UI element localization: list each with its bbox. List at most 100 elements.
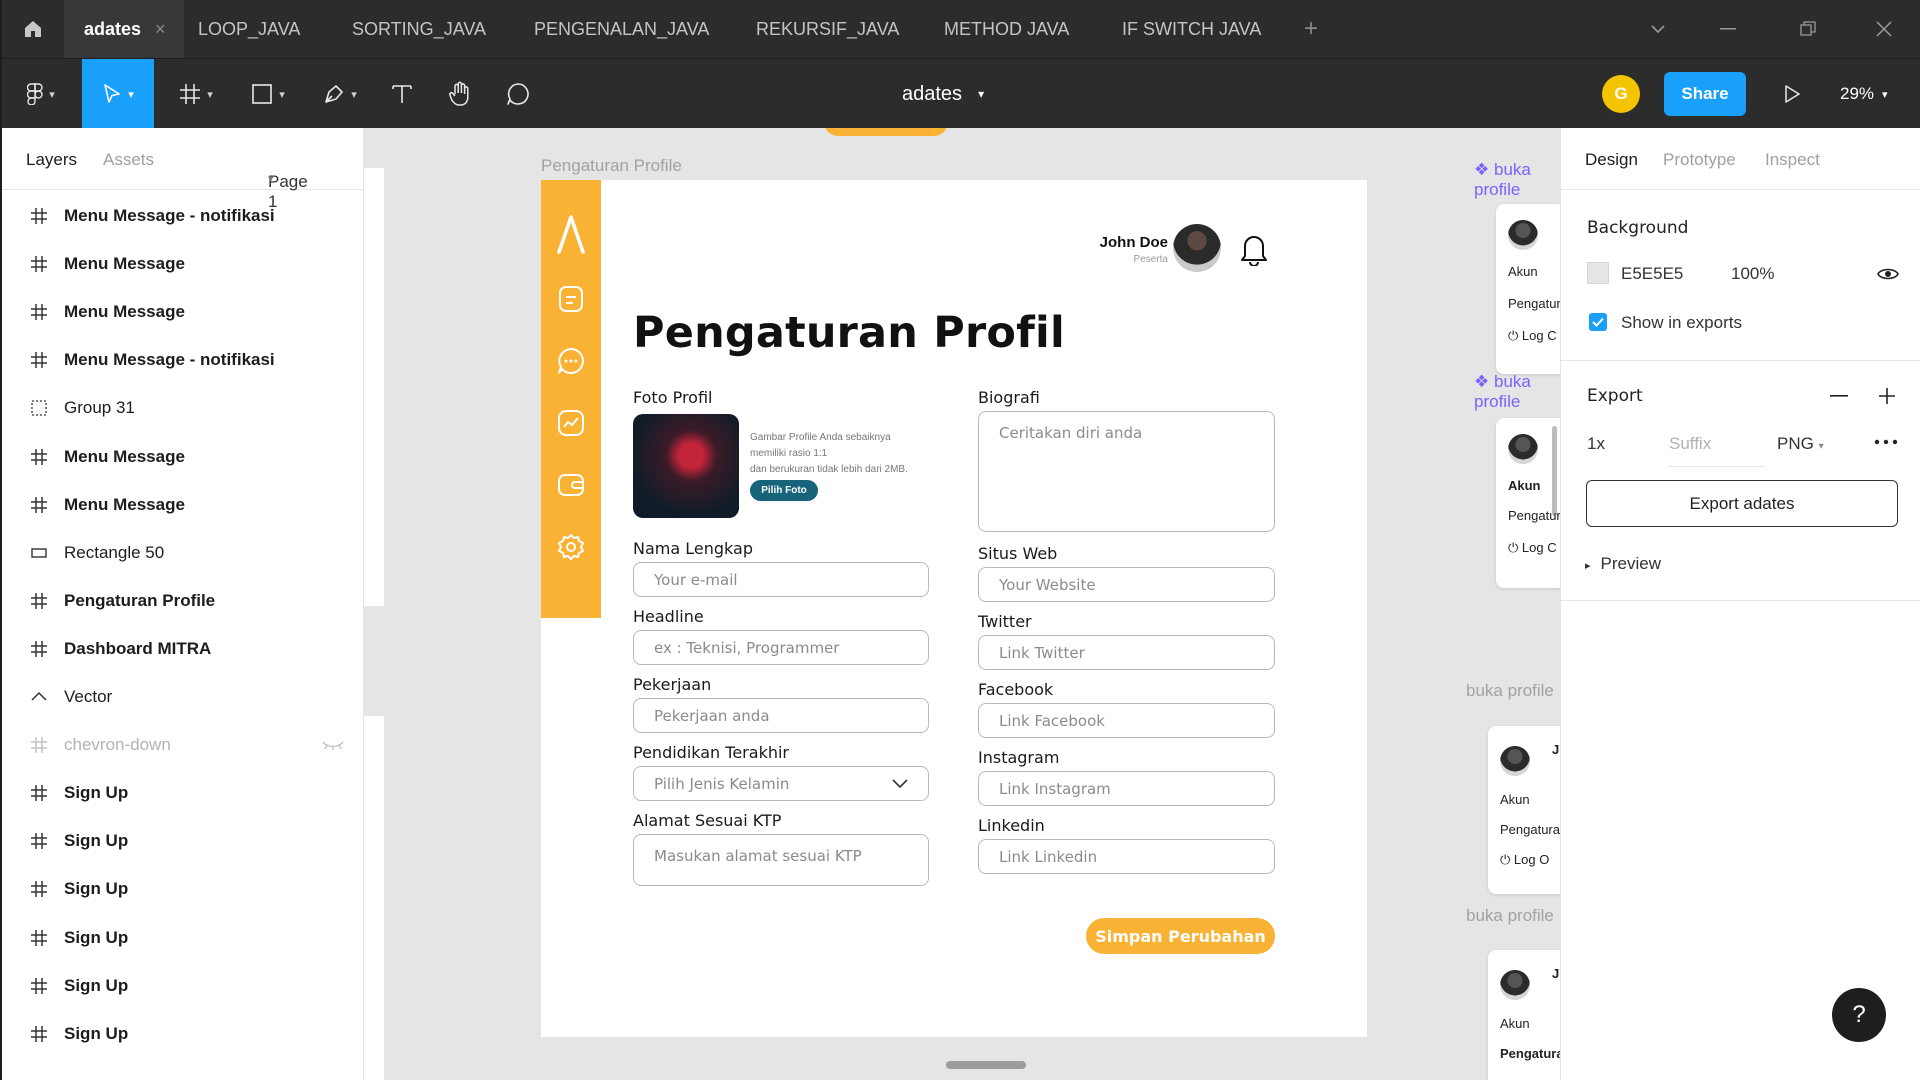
layer-row[interactable]: Menu Message <box>2 240 364 288</box>
side-nav <box>541 180 601 618</box>
tab-pengenalan-java[interactable]: PENGENALAN_JAVA <box>534 0 709 58</box>
analytics-icon[interactable] <box>555 407 587 439</box>
visibility-toggle[interactable] <box>1877 266 1899 287</box>
new-tab-button[interactable]: + <box>1304 0 1318 58</box>
hidden-eye-icon[interactable] <box>322 735 344 755</box>
tabs-dropdown-button[interactable] <box>1628 0 1688 58</box>
tab-sorting-java[interactable]: SORTING_JAVA <box>352 0 486 58</box>
layer-row[interactable]: Menu Message - notifikasi <box>2 336 364 384</box>
present-button[interactable] <box>1772 59 1812 129</box>
export-scale[interactable]: 1x <box>1587 434 1605 454</box>
pick-photo-button[interactable]: Pilih Foto <box>750 480 818 501</box>
minimize-button[interactable] <box>1698 0 1758 58</box>
layer-row[interactable]: Sign Up <box>2 817 364 865</box>
layer-row[interactable]: Menu Message - notifikasi <box>2 192 364 240</box>
tab-rekursif-java[interactable]: REKURSIF_JAVA <box>756 0 899 58</box>
layer-row[interactable]: Group 31 <box>2 384 364 432</box>
home-button[interactable] <box>2 0 64 58</box>
education-select[interactable]: Pilih Jenis Kelamin <box>633 766 929 801</box>
pen-tool[interactable]: ▾ <box>312 59 368 129</box>
wallet-icon[interactable] <box>555 469 587 501</box>
layer-row[interactable]: Sign Up <box>2 865 364 913</box>
component-label[interactable]: ❖ buka profile <box>1474 372 1560 412</box>
tab-layers[interactable]: Layers <box>26 150 77 170</box>
export-options-button[interactable] <box>1873 432 1899 457</box>
add-export-button[interactable] <box>1875 384 1899 408</box>
field-label: Alamat Sesuai KTP <box>633 811 782 830</box>
share-button[interactable]: Share <box>1664 72 1746 116</box>
pengaturan-profile-frame[interactable]: John Doe Peserta Pengaturan Profil Foto … <box>541 180 1367 1037</box>
remove-export-button[interactable] <box>1827 384 1851 408</box>
help-button[interactable]: ? <box>1832 988 1886 1042</box>
website-input[interactable]: Your Website <box>978 567 1275 602</box>
close-tab-icon[interactable]: × <box>155 19 166 40</box>
layer-row[interactable]: chevron-down <box>2 721 364 769</box>
mini-text: Akun <box>1508 478 1541 493</box>
layer-row[interactable]: Menu Message <box>2 481 364 529</box>
tab-label: adates <box>84 18 142 39</box>
layer-row[interactable]: Sign Up <box>2 769 364 817</box>
preview-toggle[interactable]: ▸ Preview <box>1585 554 1661 574</box>
background-opacity[interactable]: 100% <box>1731 264 1774 284</box>
notification-button[interactable] <box>1239 232 1269 271</box>
layer-row[interactable]: Dashboard MITRA <box>2 625 364 673</box>
restore-icon <box>1800 21 1816 36</box>
show-in-exports-checkbox[interactable] <box>1589 313 1607 331</box>
layer-row[interactable]: Sign Up <box>2 914 364 962</box>
headline-input[interactable]: ex : Teknisi, Programmer <box>633 630 929 665</box>
layer-row[interactable]: Sign Up <box>2 962 364 1010</box>
bio-input[interactable]: Ceritakan diri anda <box>978 411 1275 532</box>
tab-inspect[interactable]: Inspect <box>1765 150 1820 170</box>
close-window-button[interactable] <box>1854 0 1914 58</box>
instagram-input[interactable]: Link Instagram <box>978 771 1275 806</box>
tab-if-switch-java[interactable]: IF SWITCH JAVA <box>1122 0 1261 58</box>
canvas-scrollbar[interactable] <box>946 1061 1026 1069</box>
tab-adates[interactable]: adates × <box>64 0 184 58</box>
user-avatar[interactable] <box>1173 224 1221 272</box>
component-label[interactable]: ❖ buka profile <box>1474 160 1560 200</box>
export-suffix-input[interactable]: Suffix <box>1669 434 1765 467</box>
layer-row[interactable]: Menu Message <box>2 433 364 481</box>
background-swatch[interactable] <box>1587 262 1609 284</box>
layer-row[interactable]: Rectangle 50 <box>2 529 364 577</box>
rectangle-icon <box>252 84 273 104</box>
mini-text: ⏻ Log C <box>1508 540 1557 556</box>
occupation-input[interactable]: Pekerjaan anda <box>633 698 929 733</box>
comment-tool[interactable] <box>498 59 538 129</box>
linkedin-input[interactable]: Link Linkedin <box>978 839 1275 874</box>
layer-row[interactable]: Sign Up <box>2 1010 364 1058</box>
document-title[interactable]: adates ▾ <box>902 59 984 129</box>
tab-assets[interactable]: Assets <box>103 150 154 170</box>
background-hex[interactable]: E5E5E5 <box>1621 264 1683 284</box>
hand-tool[interactable] <box>440 59 480 129</box>
layer-row[interactable]: Vector <box>2 673 364 721</box>
frame-label[interactable]: buka profile <box>1466 906 1554 926</box>
tab-method-java[interactable]: METHOD JAVA <box>944 0 1069 58</box>
tab-prototype[interactable]: Prototype <box>1663 150 1736 170</box>
address-input[interactable]: Masukan alamat sesuai KTP <box>633 834 929 886</box>
canvas[interactable]: Pengaturan Profile John Doe Peserta Peng… <box>364 128 1560 1080</box>
frame-label[interactable]: Pengaturan Profile <box>541 156 682 176</box>
zoom-control[interactable]: 29% ▾ <box>1840 59 1888 129</box>
document-icon[interactable] <box>555 283 587 315</box>
frame-tool[interactable]: ▾ <box>168 59 224 129</box>
settings-icon[interactable] <box>555 531 587 563</box>
layer-row[interactable]: Menu Message <box>2 288 364 336</box>
main-menu-button[interactable]: ▾ <box>16 59 66 129</box>
text-tool[interactable] <box>382 59 422 129</box>
user-avatar[interactable]: G <box>1602 75 1640 113</box>
frame-label[interactable]: buka profile <box>1466 681 1554 701</box>
restore-button[interactable] <box>1778 0 1838 58</box>
export-format-select[interactable]: PNG ▾ <box>1777 434 1824 454</box>
tab-design[interactable]: Design <box>1585 150 1638 170</box>
twitter-input[interactable]: Link Twitter <box>978 635 1275 670</box>
save-changes-button[interactable]: Simpan Perubahan <box>1086 918 1275 954</box>
tab-loop-java[interactable]: LOOP_JAVA <box>198 0 300 58</box>
move-tool[interactable]: ▾ <box>82 59 154 129</box>
layer-row[interactable]: Pengaturan Profile <box>2 577 364 625</box>
chat-icon[interactable] <box>555 345 587 377</box>
full-name-input[interactable]: Your e-mail <box>633 562 929 597</box>
export-button[interactable]: Export adates <box>1586 480 1898 527</box>
facebook-input[interactable]: Link Facebook <box>978 703 1275 738</box>
shape-tool[interactable]: ▾ <box>240 59 296 129</box>
